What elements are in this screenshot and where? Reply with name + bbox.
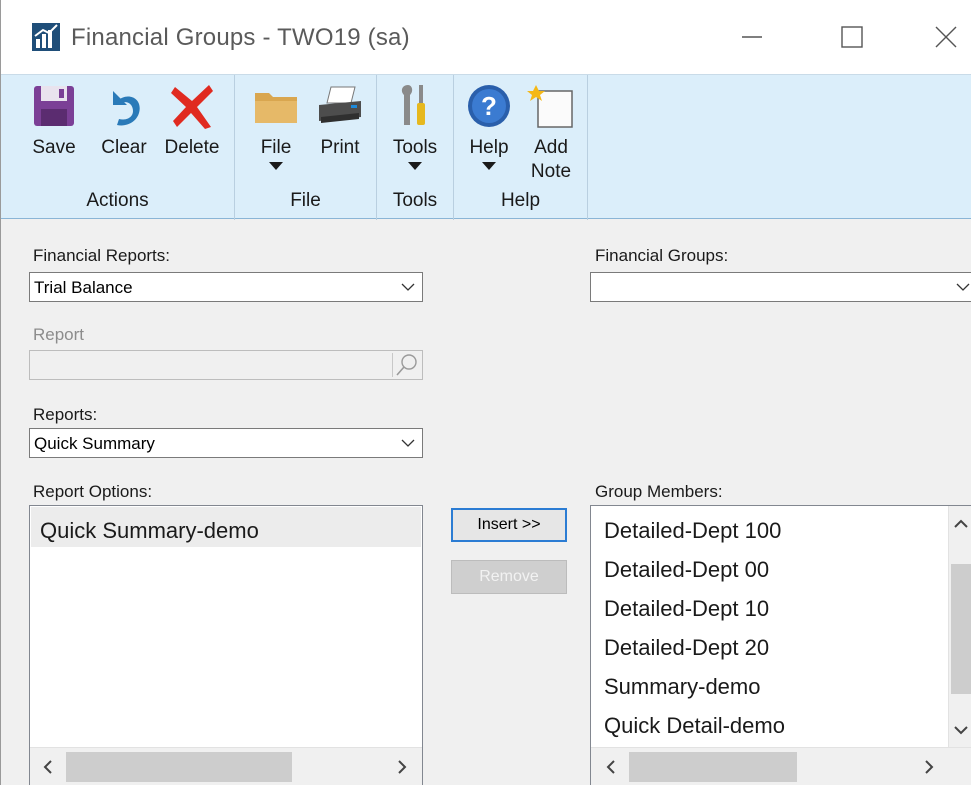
help-group-label: Help xyxy=(500,190,541,211)
print-button[interactable]: Print xyxy=(313,81,367,159)
vertical-scrollbar[interactable] xyxy=(948,506,971,747)
scroll-down-icon[interactable] xyxy=(951,720,971,740)
ribbon-group-file: File Print File xyxy=(235,75,377,220)
scroll-right-icon[interactable] xyxy=(392,757,412,777)
horizontal-scrollbar[interactable] xyxy=(30,747,422,785)
actions-group-label: Actions xyxy=(86,190,149,211)
chevron-down-icon xyxy=(482,162,496,170)
reports-label: Reports: xyxy=(33,405,98,424)
delete-button[interactable]: Delete xyxy=(161,81,223,159)
financial-reports-dropdown[interactable]: Trial Balance xyxy=(29,272,423,302)
scroll-thumb[interactable] xyxy=(66,752,292,782)
financial-reports-label: Financial Reports: xyxy=(33,246,171,265)
financial-groups-dropdown[interactable] xyxy=(590,272,971,302)
insert-button-label: Insert >> xyxy=(477,516,541,533)
horizontal-scrollbar[interactable] xyxy=(591,747,971,785)
close-button[interactable] xyxy=(923,14,969,60)
list-item[interactable]: Detailed-Dept 00 xyxy=(604,557,769,583)
maximize-button[interactable] xyxy=(829,14,875,60)
file-button[interactable]: File xyxy=(251,81,301,170)
reports-dropdown[interactable]: Quick Summary xyxy=(29,428,423,458)
minimize-button[interactable] xyxy=(729,14,775,60)
file-group-label: File xyxy=(290,190,321,211)
tools-group-label: Tools xyxy=(392,190,438,211)
ribbon-toolbar: Save Clear Delete Actions File Print Fil… xyxy=(1,74,971,220)
clear-label: Clear xyxy=(101,137,147,158)
delete-icon xyxy=(171,85,213,129)
list-item[interactable]: Quick Summary-demo xyxy=(40,518,259,544)
lookup-icon xyxy=(392,353,417,377)
save-button[interactable]: Save xyxy=(29,81,79,159)
help-icon: ? xyxy=(468,85,510,127)
scroll-thumb[interactable] xyxy=(629,752,797,782)
report-options-list[interactable]: Quick Summary-demo xyxy=(29,505,423,785)
delete-label: Delete xyxy=(164,137,220,158)
save-label: Save xyxy=(32,137,76,158)
chevron-down-icon xyxy=(956,283,970,291)
scroll-left-icon[interactable] xyxy=(38,757,58,777)
scroll-right-icon[interactable] xyxy=(919,757,939,777)
folder-icon xyxy=(255,93,297,123)
remove-button-label: Remove xyxy=(479,568,539,585)
file-label: File xyxy=(260,137,292,158)
ribbon-group-help: ? Help Add Note Help xyxy=(454,75,588,220)
app-chart-icon xyxy=(32,23,60,51)
print-label: Print xyxy=(320,137,360,158)
insert-button[interactable]: Insert >> xyxy=(451,508,567,542)
clear-button[interactable]: Clear xyxy=(98,81,150,159)
svg-text:?: ? xyxy=(481,91,497,121)
chevron-down-icon xyxy=(401,283,415,291)
ribbon-group-actions: Save Clear Delete Actions xyxy=(1,75,235,220)
add-note-label-2: Note xyxy=(530,161,572,182)
scroll-up-icon[interactable] xyxy=(951,514,971,534)
report-field xyxy=(29,350,423,380)
remove-button: Remove xyxy=(451,560,567,594)
list-item[interactable]: Detailed-Dept 100 xyxy=(604,518,781,544)
scroll-thumb[interactable] xyxy=(951,564,971,694)
add-note-button[interactable]: Add Note xyxy=(526,81,576,183)
tools-label: Tools xyxy=(392,137,438,158)
note-icon xyxy=(527,85,573,128)
tools-button[interactable]: Tools xyxy=(389,81,441,170)
chevron-down-icon xyxy=(269,162,283,170)
reports-value: Quick Summary xyxy=(34,434,155,453)
save-icon xyxy=(34,86,74,126)
financial-reports-value: Trial Balance xyxy=(34,278,133,297)
ribbon-group-tools: Tools Tools xyxy=(377,75,454,220)
window-title: Financial Groups - TWO19 (sa) xyxy=(71,24,410,51)
group-members-list[interactable]: Detailed-Dept 100 Detailed-Dept 00 Detai… xyxy=(590,505,971,785)
group-members-label: Group Members: xyxy=(595,482,723,501)
help-button[interactable]: ? Help xyxy=(464,81,514,170)
help-label: Help xyxy=(469,137,509,158)
printer-icon xyxy=(319,86,361,123)
list-item[interactable]: Quick Detail-demo xyxy=(604,713,785,739)
financial-groups-label: Financial Groups: xyxy=(595,246,729,265)
tools-icon xyxy=(401,85,425,125)
financial-groups-window: Financial Groups - TWO19 (sa) Save Clear… xyxy=(0,0,971,785)
chevron-down-icon xyxy=(401,439,415,447)
scroll-left-icon[interactable] xyxy=(601,757,621,777)
report-options-label: Report Options: xyxy=(33,482,153,501)
chevron-down-icon xyxy=(408,162,422,170)
add-note-label-1: Add xyxy=(534,137,568,158)
report-label: Report xyxy=(33,325,85,344)
list-item[interactable]: Detailed-Dept 10 xyxy=(604,596,769,622)
list-item[interactable]: Detailed-Dept 20 xyxy=(604,635,769,661)
undo-icon xyxy=(113,91,140,126)
title-bar: Financial Groups - TWO19 (sa) xyxy=(1,0,971,74)
list-item[interactable]: Summary-demo xyxy=(604,674,760,700)
